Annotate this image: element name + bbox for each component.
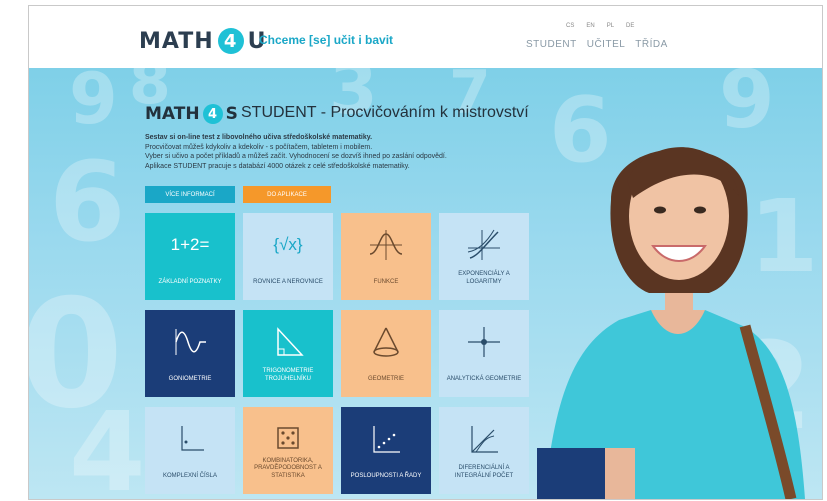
lang-pl[interactable]: PL [605, 23, 616, 29]
site-logo[interactable]: MATH 4 U [139, 28, 267, 54]
desc-bold: Sestav si on-line test z libovolného uči… [145, 134, 373, 141]
dice-icon [243, 421, 333, 457]
desc-line-1: Procvičovat můžeš kdykoliv a kdekoliv - … [145, 143, 373, 151]
desc-line-2: Vyber si učivo a počet příkladů a můžeš … [145, 153, 447, 160]
tile-geometrie[interactable]: Geometrie [341, 310, 431, 397]
axes-point-icon [439, 324, 529, 360]
desc-line-3: Aplikace STUDENT pracuje s databází 4000… [145, 162, 410, 170]
nav-trida[interactable]: TŘÍDA [635, 39, 668, 50]
page-frame: MATH 4 U Chceme [se] učit i bavit CS EN … [28, 5, 823, 500]
top-nav: STUDENT UČITEL TŘÍDA [526, 39, 668, 50]
function-graph-icon [341, 227, 431, 263]
student-logo-right: S [225, 104, 238, 124]
lang-de[interactable]: DE [624, 23, 636, 29]
tile-zakladni-poznatky[interactable]: 1+2= Základní poznatky [145, 213, 235, 300]
tile-label: Posloupnosti a řady [350, 472, 422, 479]
tile-exponencialy[interactable]: Exponenciály a logaritmy [439, 213, 529, 300]
equation-icon: 1+2= [170, 235, 210, 254]
tile-diferencialni-pocet[interactable]: Diferenciální a integrální počet [439, 407, 529, 494]
complex-plane-icon [145, 421, 235, 457]
tile-label: Trigonometrie trojúhelníku [262, 368, 314, 382]
exponential-graph-icon [439, 227, 529, 263]
logo-four-badge: 4 [217, 28, 244, 54]
site-slogan: Chceme [se] učit i bavit [259, 33, 394, 47]
site-header: MATH 4 U Chceme [se] učit i bavit CS EN … [29, 6, 822, 68]
tile-funkce[interactable]: Funkce [341, 213, 431, 300]
sine-wave-icon [145, 324, 235, 360]
tile-rovnice-a-nerovnice[interactable]: {√x} Rovnice a nerovnice [243, 213, 333, 300]
triangle-icon [243, 324, 333, 360]
tile-label: Kombinatorika, pravděpodobnost a statist… [254, 457, 322, 479]
tile-label: Komplexní čísla [162, 472, 218, 479]
tile-trigonometrie[interactable]: Trigonometrie trojúhelníku [243, 310, 333, 397]
braces-root-icon: {√x} [273, 235, 303, 254]
sequence-dots-icon [341, 421, 431, 457]
student-logo: MATH 4 S [145, 104, 238, 124]
tile-label: Exponenciály a logaritmy [458, 271, 510, 285]
tile-label: Geometrie [367, 375, 404, 382]
nav-student[interactable]: STUDENT [526, 39, 577, 50]
tile-posloupnosti[interactable]: Posloupnosti a řady [341, 407, 431, 494]
panel-description: Sestav si on-line test z libovolného uči… [145, 133, 525, 171]
student-logo-left: MATH [145, 104, 200, 124]
tile-label: Rovnice a nerovnice [253, 278, 323, 285]
lang-en[interactable]: EN [584, 23, 596, 29]
tile-analyticka-geometrie[interactable]: Analytická geometrie [439, 310, 529, 397]
student-photo [537, 147, 805, 499]
more-info-button[interactable]: Více informací [145, 186, 235, 203]
tile-label: Funkce [373, 278, 399, 285]
hero-section: 9 8 6 0 4 3 7 6 9 1 2 MATH 4 S STUDENT -… [29, 68, 822, 499]
tile-label: Diferenciální a integrální počet [454, 465, 514, 479]
tile-kombinatorika[interactable]: Kombinatorika, pravděpodobnost a statist… [243, 407, 333, 494]
nav-ucitel[interactable]: UČITEL [587, 39, 626, 50]
tile-label: Goniometrie [168, 375, 212, 382]
tangent-line-icon [439, 421, 529, 457]
open-app-button[interactable]: Do aplikace [243, 186, 331, 203]
tile-label: Analytická geometrie [446, 375, 522, 382]
student-logo-four: 4 [202, 104, 223, 124]
cone-icon [341, 324, 431, 360]
panel-title: STUDENT - Procvičováním k mistrovství [241, 104, 529, 121]
lang-cs[interactable]: CS [564, 23, 576, 29]
tile-goniometrie[interactable]: Goniometrie [145, 310, 235, 397]
language-switcher: CS EN PL DE [564, 23, 636, 29]
tile-label: Základní poznatky [158, 278, 222, 285]
tile-komplexni-cisla[interactable]: Komplexní čísla [145, 407, 235, 494]
logo-text-left: MATH [139, 28, 214, 54]
topic-grid: 1+2= Základní poznatky {√x} Rovnice a ne… [145, 213, 529, 494]
